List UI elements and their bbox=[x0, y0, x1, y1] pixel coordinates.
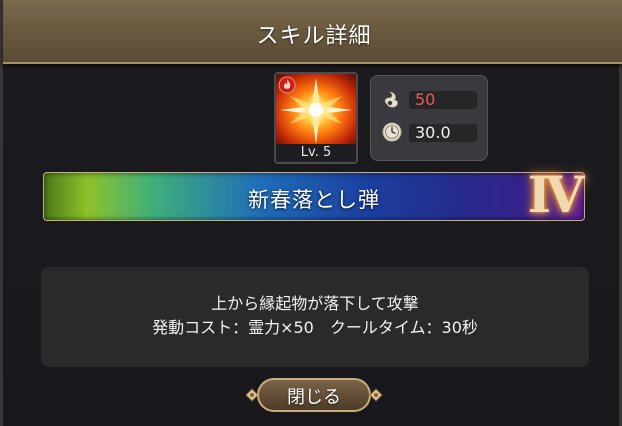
skill-name: 新春落とし弾 bbox=[248, 188, 380, 212]
skill-stats-panel: 50 30.0 bbox=[370, 75, 488, 161]
cost-stat: 50 bbox=[381, 88, 477, 110]
cooldown-stat: 30.0 bbox=[381, 121, 477, 143]
cost-value: 50 bbox=[415, 90, 436, 109]
skill-icon-frame: Lv. 5 bbox=[274, 72, 358, 164]
fire-icon bbox=[278, 76, 296, 94]
skill-detail-dialog: スキル詳細 Lv. 5 50 30.0 新春落とし弾 Ⅳ 上から縁起物が落下して… bbox=[0, 0, 622, 426]
spirit-power-icon bbox=[384, 91, 398, 108]
ornament-icon bbox=[369, 388, 383, 402]
skill-description-line-1: 上から縁起物が落下して攻撃 bbox=[211, 294, 419, 313]
skill-rank-badge: Ⅳ bbox=[527, 165, 585, 224]
skill-name-bar: 新春落とし弾 bbox=[43, 172, 585, 221]
cooldown-value: 30.0 bbox=[415, 123, 451, 142]
close-button[interactable]: 閉じる bbox=[243, 375, 385, 415]
close-button-label[interactable]: 閉じる bbox=[243, 383, 385, 409]
dialog-title: スキル詳細 bbox=[256, 24, 372, 49]
skill-description-box: 上から縁起物が落下して攻撃 発動コスト：霊力×50 クールタイム：30秒 bbox=[41, 267, 589, 367]
dialog-header: スキル詳細 bbox=[3, 0, 622, 64]
skill-description-line-2: 発動コスト：霊力×50 クールタイム：30秒 bbox=[152, 318, 478, 337]
skill-level: Lv. 5 bbox=[276, 144, 356, 162]
clock-icon bbox=[382, 122, 402, 142]
